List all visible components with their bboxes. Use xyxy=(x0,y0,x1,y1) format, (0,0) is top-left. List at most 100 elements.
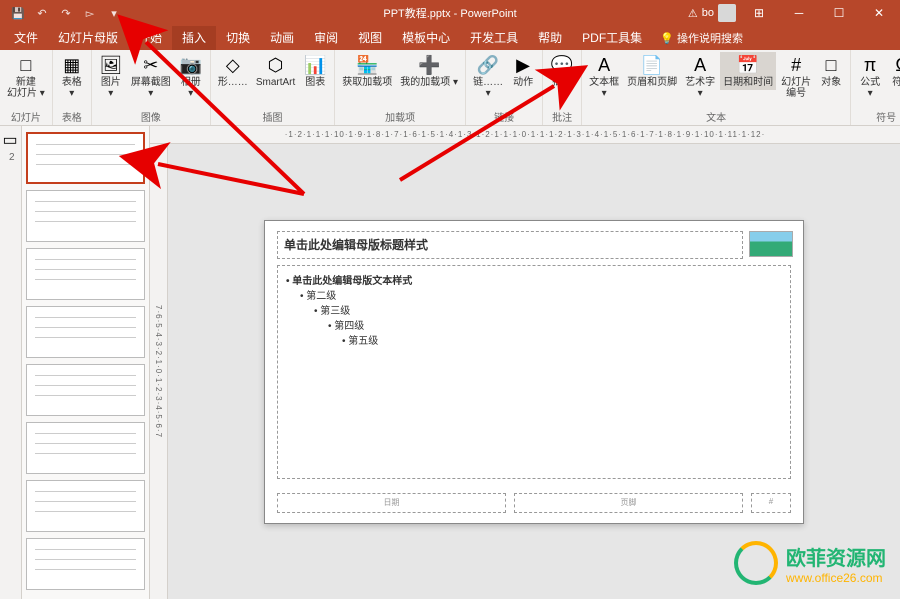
slide-number-placeholder[interactable]: # xyxy=(751,493,791,513)
minimize-button[interactable]: ─ xyxy=(782,0,816,26)
watermark-url: www.office26.com xyxy=(786,571,886,585)
slide-thumbnail[interactable] xyxy=(26,248,145,300)
ribbon-group-label: 文本 xyxy=(586,108,846,124)
ribbon-button[interactable]: ✂屏幕截图▾ xyxy=(128,52,174,101)
workspace: ▭ 2 ·1·2·1·1·1·10·1·9·1·8·1·7·1·6·1·5·1·… xyxy=(0,126,900,599)
ribbon-button[interactable]: □对象 xyxy=(816,52,846,90)
tab-template-center[interactable]: 模板中心 xyxy=(392,25,460,50)
ribbon-button[interactable]: A艺术字▾ xyxy=(682,52,718,101)
ribbon-button-icon: Ω xyxy=(891,54,900,76)
ribbon-button-icon: 📊 xyxy=(304,54,326,76)
thumbnail-wrap xyxy=(26,190,145,242)
ribbon-button-label: 图片▾ xyxy=(101,77,121,99)
ribbon-button[interactable]: 🔗链……▾ xyxy=(470,52,506,101)
undo-icon[interactable]: ↶ xyxy=(34,5,50,21)
ribbon-button[interactable]: 🖼图片▾ xyxy=(96,52,126,101)
ribbon-group-label: 表格 xyxy=(57,108,87,124)
thumbnails-tab-icon[interactable]: ▭ xyxy=(3,130,19,146)
autosave-icon[interactable]: 💾 xyxy=(10,5,26,21)
body-level-0: • 单击此处编辑母版文本样式 xyxy=(286,272,782,287)
ribbon-group: 🏪获取加载项➕我的加载项 ▾加载项 xyxy=(335,50,466,125)
qat-more-icon[interactable]: ▾ xyxy=(106,5,122,21)
tab-file[interactable]: 文件 xyxy=(4,25,48,50)
ribbon-button[interactable]: 📷相册▾ xyxy=(176,52,206,101)
ribbon-tabs: 文件 幻灯片母版 开始 插入 切换 动画 审阅 视图 模板中心 开发工具 帮助 … xyxy=(0,26,900,50)
watermark: 欧菲资源网 www.office26.com xyxy=(734,541,886,585)
slide-master-canvas[interactable]: 单击此处编辑母版标题样式 • 单击此处编辑母版文本样式 • 第二级 • 第三级 … xyxy=(264,220,804,524)
slide-thumbnail[interactable] xyxy=(26,364,145,416)
ribbon-button[interactable]: A文本框▾ xyxy=(586,52,622,101)
ribbon-button[interactable]: ◇形…… xyxy=(215,52,251,90)
tab-insert[interactable]: 插入 xyxy=(172,25,216,50)
footer-placeholder[interactable]: 页脚 xyxy=(514,493,743,513)
ribbon-button[interactable]: ▦表格▾ xyxy=(57,52,87,101)
ribbon-button-icon: 🔗 xyxy=(477,54,499,76)
ribbon-button[interactable]: Ω符号 xyxy=(887,52,900,90)
ribbon-button[interactable]: ➕我的加载项 ▾ xyxy=(397,52,461,90)
ribbon-options-icon[interactable]: ⊞ xyxy=(742,0,776,26)
date-placeholder[interactable]: 日期 xyxy=(277,493,506,513)
tab-pdf-tools[interactable]: PDF工具集 xyxy=(572,25,652,50)
maximize-button[interactable]: ☐ xyxy=(822,0,856,26)
outline-pane-tabs: ▭ 2 xyxy=(0,126,22,599)
ribbon-button[interactable]: 📊图表 xyxy=(300,52,330,90)
ribbon-button[interactable]: □新建幻灯片 ▾ xyxy=(4,52,48,101)
ribbon-button-label: 图表 xyxy=(305,77,325,88)
ribbon-button-icon: # xyxy=(785,54,807,76)
ribbon-button[interactable]: 📅日期和时间 xyxy=(720,52,776,90)
ribbon-button-icon: 🏪 xyxy=(356,54,378,76)
tell-me-search[interactable]: 💡 操作说明搜索 xyxy=(652,26,751,50)
tab-animations[interactable]: 动画 xyxy=(260,25,304,50)
close-button[interactable]: ✕ xyxy=(862,0,896,26)
start-from-beginning-icon[interactable]: ▻ xyxy=(82,5,98,21)
ribbon-button[interactable]: 📄页眉和页脚 xyxy=(624,52,680,90)
tab-developer[interactable]: 开发工具 xyxy=(460,25,528,50)
ribbon-button-icon: 📄 xyxy=(641,54,663,76)
slide-thumbnail[interactable] xyxy=(26,190,145,242)
user-area[interactable]: ⚠ bo xyxy=(688,4,736,22)
ribbon-group-label: 链接 xyxy=(470,108,538,124)
ribbon-button[interactable]: ▶动作 xyxy=(508,52,538,90)
ribbon-button-icon: 🖼 xyxy=(100,54,122,76)
thumbnail-wrap xyxy=(26,538,145,590)
ribbon-button[interactable]: 💬批注 xyxy=(547,52,577,90)
thumbnail-wrap xyxy=(26,364,145,416)
ribbon-group: ▦表格▾ 表格 xyxy=(53,50,92,125)
ribbon-button[interactable]: 🏪获取加载项 xyxy=(339,52,395,90)
redo-icon[interactable]: ↷ xyxy=(58,5,74,21)
tab-slide-master[interactable]: 幻灯片母版 xyxy=(48,25,128,50)
tab-home[interactable]: 开始 xyxy=(128,25,172,50)
ribbon-group: ◇形……⬡SmartArt📊图表插图 xyxy=(211,50,335,125)
ribbon-group: □新建幻灯片 ▾幻灯片 xyxy=(0,50,53,125)
slide-editor: ·1·2·1·1·1·10·1·9·1·8·1·7·1·6·1·5·1·4·1·… xyxy=(150,126,900,599)
horizontal-ruler: ·1·2·1·1·1·10·1·9·1·8·1·7·1·6·1·5·1·4·1·… xyxy=(150,126,900,144)
ribbon-group: π公式▾Ω符号符号 xyxy=(851,50,900,125)
canvas-area[interactable]: 单击此处编辑母版标题样式 • 单击此处编辑母版文本样式 • 第二级 • 第三级 … xyxy=(168,144,900,599)
slide-number-first: 2 xyxy=(4,150,18,163)
ribbon-group-label: 批注 xyxy=(547,108,577,124)
tab-transitions[interactable]: 切换 xyxy=(216,25,260,50)
slide-thumbnail[interactable] xyxy=(26,538,145,590)
ribbon-group: A文本框▾📄页眉和页脚A艺术字▾📅日期和时间#幻灯片编号□对象文本 xyxy=(582,50,851,125)
slide-thumbnail[interactable] xyxy=(26,422,145,474)
ribbon-button[interactable]: #幻灯片编号 xyxy=(778,52,814,101)
ribbon-button[interactable]: π公式▾ xyxy=(855,52,885,101)
ribbon-button-label: 公式▾ xyxy=(860,77,880,99)
slide-thumbnails-panel[interactable] xyxy=(22,126,150,599)
ribbon-group-label: 插图 xyxy=(215,108,330,124)
ribbon-button-label: SmartArt xyxy=(256,77,295,88)
slide-thumbnail[interactable] xyxy=(26,480,145,532)
tab-help[interactable]: 帮助 xyxy=(528,25,572,50)
body-placeholder[interactable]: • 单击此处编辑母版文本样式 • 第二级 • 第三级 • 第四级 • 第五级 xyxy=(277,265,791,479)
ribbon-button-label: 符号 xyxy=(892,77,900,88)
slide-thumbnail[interactable] xyxy=(26,306,145,358)
avatar[interactable] xyxy=(718,4,736,22)
title-placeholder[interactable]: 单击此处编辑母版标题样式 xyxy=(277,231,743,259)
tab-review[interactable]: 审阅 xyxy=(304,25,348,50)
ribbon-button-label: 文本框▾ xyxy=(589,77,619,99)
ribbon-button-label: 日期和时间 xyxy=(723,77,773,88)
picture-placeholder[interactable] xyxy=(749,231,793,257)
tab-view[interactable]: 视图 xyxy=(348,25,392,50)
slide-thumbnail[interactable] xyxy=(26,132,145,184)
ribbon-button[interactable]: ⬡SmartArt xyxy=(253,52,298,90)
